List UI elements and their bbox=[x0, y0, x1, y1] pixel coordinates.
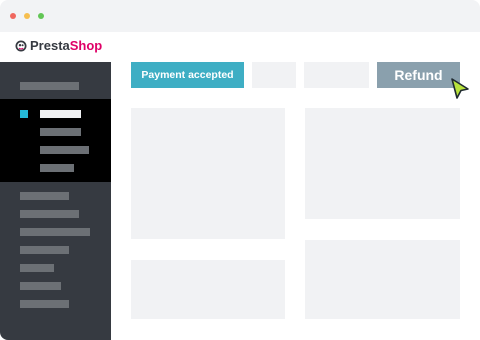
sidebar-subitem[interactable] bbox=[40, 146, 89, 154]
toolbar-placeholder-button[interactable] bbox=[304, 62, 369, 88]
content-card-placeholder bbox=[305, 108, 460, 219]
sidebar-item[interactable] bbox=[20, 82, 79, 90]
sidebar-item[interactable] bbox=[20, 228, 90, 236]
content-card-placeholder bbox=[305, 240, 460, 319]
close-window-button[interactable] bbox=[10, 13, 16, 19]
app-window: PrestaShop Payment accepted Refund bbox=[0, 0, 480, 340]
content-card-placeholder bbox=[131, 260, 285, 319]
order-status-badge[interactable]: Payment accepted bbox=[131, 62, 244, 88]
sidebar-subitem[interactable] bbox=[40, 164, 74, 172]
toolbar-placeholder-button[interactable] bbox=[252, 62, 296, 88]
active-indicator-icon bbox=[20, 110, 28, 118]
refund-button[interactable]: Refund bbox=[377, 62, 460, 88]
content-card-placeholder bbox=[131, 108, 285, 239]
sidebar-item-active[interactable] bbox=[40, 110, 81, 118]
mouse-pointer-icon bbox=[451, 78, 469, 99]
sidebar-subitem[interactable] bbox=[40, 128, 81, 136]
sidebar-item[interactable] bbox=[20, 210, 79, 218]
prestashop-logo-icon bbox=[15, 40, 27, 52]
logo-text-presta: Presta bbox=[30, 38, 70, 53]
app-logo[interactable]: PrestaShop bbox=[30, 38, 102, 53]
sidebar-item[interactable] bbox=[20, 300, 69, 308]
sidebar-item[interactable] bbox=[20, 282, 61, 290]
maximize-window-button[interactable] bbox=[38, 13, 44, 19]
minimize-window-button[interactable] bbox=[24, 13, 30, 19]
logo-text-shop: Shop bbox=[69, 38, 103, 53]
sidebar-item[interactable] bbox=[20, 246, 69, 254]
window-titlebar bbox=[0, 0, 480, 32]
sidebar-item[interactable] bbox=[20, 264, 54, 272]
sidebar-item[interactable] bbox=[20, 192, 69, 200]
